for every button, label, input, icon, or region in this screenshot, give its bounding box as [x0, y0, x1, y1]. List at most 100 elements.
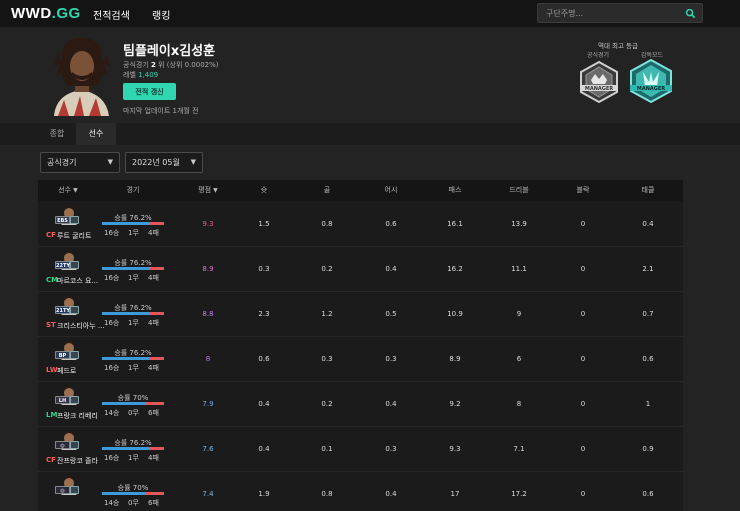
wins: 16승	[104, 454, 120, 462]
tab-players[interactable]: 선수	[76, 123, 116, 145]
col-header-rating[interactable]: 평점 ▼	[178, 180, 238, 201]
player-name[interactable]: 프랑크 리베리	[57, 411, 98, 421]
season-badge: BP	[55, 351, 70, 359]
losses: 6패	[148, 409, 159, 417]
site-logo[interactable]: WWD.GG	[11, 5, 81, 22]
draws: 0무	[128, 499, 139, 507]
table-row[interactable]: 21TY ST 크리스티아누 ... 승률 76.2% 16승 1무 4패 8.8 2.3 1.2…	[38, 292, 683, 337]
cell-dribble: 13.9	[511, 220, 527, 228]
cell-block: 0	[580, 220, 586, 228]
season-badge: EBS	[55, 216, 70, 224]
player-position: CF	[46, 456, 56, 464]
col-header-pass[interactable]: 패스	[425, 180, 485, 201]
search-icon[interactable]	[685, 8, 696, 19]
losses: 6패	[148, 499, 159, 507]
col-header-dribble[interactable]: 드리블	[489, 180, 549, 201]
cell-shot: 1.9	[258, 490, 270, 498]
col-header-assist[interactable]: 어시	[361, 180, 421, 201]
col-header-shot[interactable]: 슛	[234, 180, 294, 201]
logo-main[interactable]: WWD	[11, 5, 52, 22]
losses: 4패	[148, 319, 159, 327]
nav-search-link[interactable]: 전적검색	[93, 7, 130, 22]
grade-icon	[70, 486, 79, 494]
best-rank-title: 역대 최고 등급	[597, 42, 638, 50]
col-header-rating-label: 평점	[198, 186, 212, 194]
cell-assist: 0.3	[385, 355, 397, 363]
table-row[interactable]: ◎ CF 잔프랑코 졸라 승률 76.2% 16승 1무 4패 7.6 0.4 0.1 0.3 9.3…	[38, 427, 683, 472]
cell-rating: 7.9	[202, 400, 214, 408]
table-row[interactable]: ◎ 승률 70% 14승 0무 6패 7.4 1.9 0.8 0.4 17 17.2 0 0.6	[38, 472, 683, 511]
table-row[interactable]: BP LW 페드로 승률 76.2% 16승 1무 4패 8 0.6 0.3 0.3 8.9 6 0 0.6	[38, 337, 683, 382]
player-position: LM	[46, 411, 58, 419]
cell-dribble: 7.1	[513, 445, 525, 453]
level-value: 1,409	[138, 71, 159, 79]
wins: 16승	[104, 229, 120, 237]
player-position: ST	[46, 321, 56, 329]
player-name[interactable]: 잔프랑코 졸라	[57, 456, 98, 466]
draws: 1무	[128, 274, 139, 282]
tab-overview[interactable]: 종합	[38, 123, 76, 145]
cell-tackle: 0.4	[642, 220, 654, 228]
search-input[interactable]	[546, 7, 676, 20]
col-header-block[interactable]: 블락	[553, 180, 613, 201]
cell-block: 0	[580, 400, 586, 408]
cell-dribble: 6	[516, 355, 522, 363]
player-position: LW	[46, 366, 58, 374]
mode-select[interactable]: 공식경기 ▼	[40, 152, 120, 173]
cell-shot: 0.3	[258, 265, 270, 273]
win-rate-bar-fill	[102, 492, 146, 495]
col-header-tackle[interactable]: 태클	[618, 180, 678, 201]
cell-goal: 0.3	[321, 355, 333, 363]
cell-tackle: 0.7	[642, 310, 654, 318]
table-row[interactable]: 22TY CM 마르코스 요... 승률 76.2% 16승 1무 4패 8.9 0.3 0.2 0…	[38, 247, 683, 292]
logo-suffix[interactable]: .GG	[52, 5, 81, 22]
nav-ranking-link[interactable]: 랭킹	[152, 7, 170, 22]
draws: 0무	[128, 409, 139, 417]
win-rate-bar	[102, 357, 164, 360]
cell-dribble: 17.2	[511, 490, 527, 498]
win-rate-bar-fill	[102, 357, 150, 360]
cell-shot: 0.4	[258, 445, 270, 453]
rank-prefix: 공식경기	[123, 61, 149, 69]
wins: 16승	[104, 274, 120, 282]
chevron-down-icon: ▼	[107, 158, 113, 166]
cell-pass: 16.1	[447, 220, 463, 228]
cell-assist: 0.5	[385, 310, 397, 318]
draws: 1무	[128, 364, 139, 372]
cell-dribble: 8	[516, 400, 522, 408]
player-name[interactable]: 페드로	[57, 366, 76, 376]
win-rate-bar	[102, 222, 164, 225]
col-header-games[interactable]: 경기	[98, 180, 168, 201]
table-row[interactable]: LH LM 프랑크 리베리 승률 70% 14승 0무 6패 7.9 0.4 0.2 0.4 9.2 8…	[38, 382, 683, 427]
level-line: 레벨 1,409	[123, 70, 158, 80]
win-rate-bar-fill	[102, 222, 150, 225]
manager-mode-badge-icon: MANAGER	[630, 58, 672, 104]
cell-goal: 0.1	[321, 445, 333, 453]
cell-shot: 0.6	[258, 355, 270, 363]
grade-icon	[70, 351, 79, 359]
last-updated: 마지막 업데이트 1개월 전	[123, 107, 199, 115]
svg-text:MANAGER: MANAGER	[585, 86, 613, 92]
col-header-player[interactable]: 선수 ▼	[38, 180, 98, 201]
player-stats-table: 선수 ▼ 경기 평점 ▼ 슛 골 어시 패스 드리블 블락 태클 EBS CF 루트 굴…	[38, 180, 683, 511]
player-name[interactable]: 마르코스 요...	[57, 276, 98, 286]
cell-pass: 17	[450, 490, 460, 498]
win-rate-bar-fill	[102, 267, 150, 270]
table-row[interactable]: EBS CF 루트 굴리트 승률 76.2% 16승 1무 4패 9.3 1.5 0.8 0.6 16…	[38, 202, 683, 247]
win-rate-bar-fill	[102, 312, 150, 315]
cell-assist: 0.4	[385, 490, 397, 498]
col-header-goal[interactable]: 골	[297, 180, 357, 201]
win-rate-bar	[102, 447, 164, 450]
cell-goal: 1.2	[321, 310, 333, 318]
top-navbar: WWD.GG 전적검색 랭킹	[0, 0, 740, 27]
cell-rating: 8	[205, 355, 211, 363]
month-select[interactable]: 2022년 05월 ▼	[125, 152, 203, 173]
player-name[interactable]: 루트 굴리트	[57, 231, 91, 241]
cell-block: 0	[580, 265, 586, 273]
cell-shot: 0.4	[258, 400, 270, 408]
player-name[interactable]: 크리스티아누 ...	[57, 321, 105, 331]
refresh-button[interactable]: 전적 갱신	[123, 83, 176, 100]
cell-block: 0	[580, 355, 586, 363]
win-rate-bar-fill	[102, 447, 150, 450]
season-badge: LH	[55, 396, 70, 404]
